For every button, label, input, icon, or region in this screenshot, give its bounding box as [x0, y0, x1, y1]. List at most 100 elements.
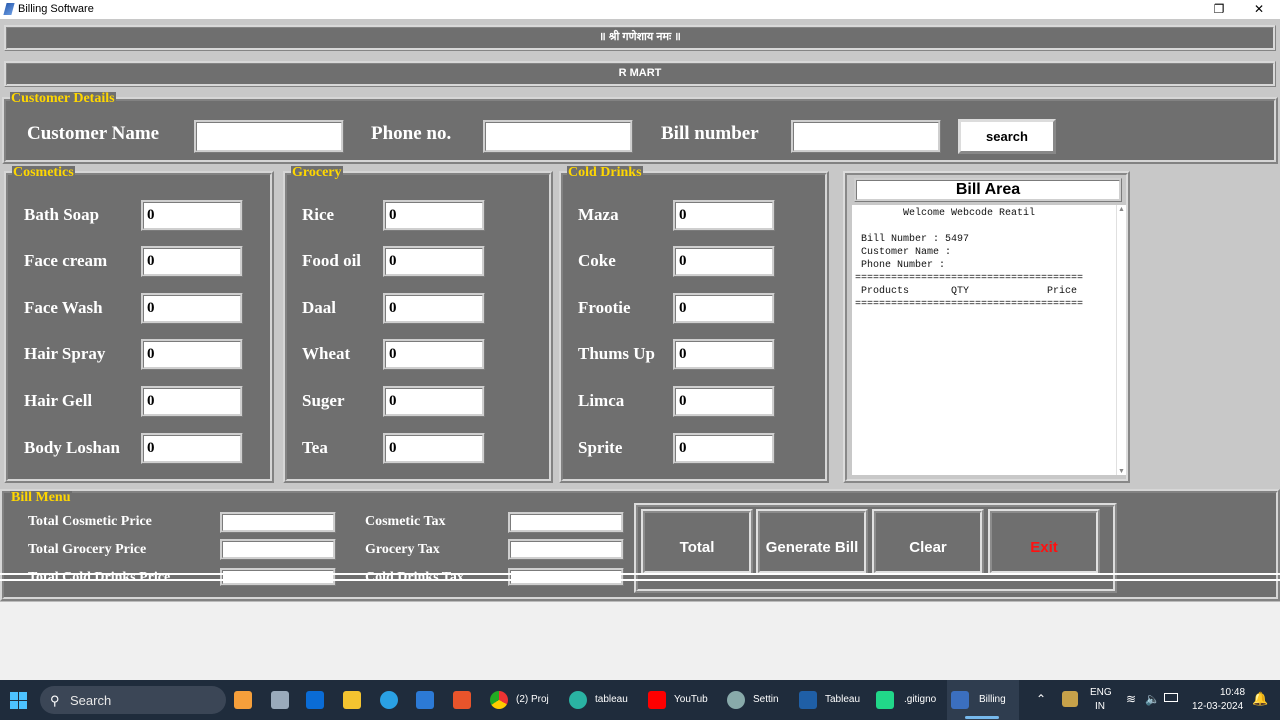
taskbar-label: Settin: [753, 694, 779, 705]
bill-textarea[interactable]: Welcome Webcode Reatil Bill Number : 549…: [852, 205, 1116, 475]
clock-time[interactable]: 10:48: [1220, 687, 1245, 698]
total-cosmetic-price-input[interactable]: [220, 512, 336, 533]
cold-drinks-frame: Cold Drinks Maza Coke Frootie Thums Up L…: [559, 166, 829, 483]
vscode-icon[interactable]: [416, 691, 434, 709]
tea-label: Tea: [302, 438, 328, 457]
total-grocery-price-input[interactable]: [220, 539, 336, 560]
sprite-qty-input[interactable]: [673, 433, 775, 464]
taskbar-label: (2) Proj: [516, 694, 549, 705]
taskbar-app-tableau[interactable]: Tableau: [797, 680, 869, 720]
taskbar-label: Tableau: [825, 694, 861, 705]
windows-logo-icon: [19, 701, 27, 709]
daal-label: Daal: [302, 298, 336, 317]
wheat-qty-input[interactable]: [383, 339, 485, 370]
tray-app-icon[interactable]: [1062, 691, 1078, 707]
phone-label: Phone no.: [371, 123, 452, 144]
copilot-icon[interactable]: [234, 691, 252, 709]
bill-number-label: Bill number: [661, 123, 759, 144]
frootie-label: Frootie: [578, 298, 631, 317]
start-button[interactable]: [6, 680, 32, 720]
face-cream-qty-input[interactable]: [141, 246, 243, 277]
hair-spray-label: Hair Spray: [24, 344, 106, 363]
store-icon[interactable]: [306, 691, 324, 709]
scroll-up-arrow-icon[interactable]: ▲: [1118, 205, 1125, 213]
scroll-down-arrow-icon[interactable]: ▼: [1118, 467, 1125, 475]
restore-button[interactable]: ❐: [1205, 1, 1233, 18]
task-view-icon[interactable]: [271, 691, 289, 709]
thums-up-qty-input[interactable]: [673, 339, 775, 370]
cosmetics-legend: Cosmetics: [12, 165, 75, 180]
thums-up-label: Thums Up: [578, 344, 656, 363]
suger-qty-input[interactable]: [383, 386, 485, 417]
active-indicator: [965, 716, 999, 719]
bath-soap-qty-input[interactable]: [141, 200, 243, 231]
grocery-frame: Grocery Rice Food oil Daal Wheat Suger T…: [283, 166, 553, 483]
daal-qty-input[interactable]: [383, 293, 485, 324]
coke-label: Coke: [578, 251, 616, 270]
clock-date[interactable]: 12-03-2024: [1192, 701, 1243, 712]
taskbar-app-billing-active[interactable]: Billing: [947, 680, 1019, 720]
body-loshan-qty-input[interactable]: [141, 433, 243, 464]
cold-drinks-tax-input[interactable]: [508, 568, 624, 586]
invocation-banner: ॥ श्री गणेशाय नमः ॥: [4, 25, 1276, 51]
wifi-icon[interactable]: ≋: [1126, 692, 1136, 706]
total-button[interactable]: Total: [641, 509, 753, 575]
grocery-legend: Grocery: [291, 165, 343, 180]
taskbar-app-pycharm[interactable]: .gitigno: [874, 680, 944, 720]
language-bottom[interactable]: IN: [1095, 701, 1105, 712]
bill-number-input[interactable]: [791, 120, 941, 153]
taskbar-search[interactable]: ⚲ Search: [40, 686, 226, 714]
battery-icon[interactable]: [1164, 693, 1178, 702]
cosmetic-tax-label: Cosmetic Tax: [365, 514, 446, 529]
hair-gell-qty-input[interactable]: [141, 386, 243, 417]
clear-button[interactable]: Clear: [872, 509, 984, 575]
notification-bell-icon[interactable]: 🔔: [1252, 691, 1268, 707]
food-oil-qty-input[interactable]: [383, 246, 485, 277]
volume-icon[interactable]: 🔈: [1145, 692, 1160, 706]
hair-spray-qty-input[interactable]: [141, 339, 243, 370]
maza-qty-input[interactable]: [673, 200, 775, 231]
language-top[interactable]: ENG: [1090, 687, 1112, 698]
phone-input[interactable]: [483, 120, 633, 153]
bill-area-frame: Bill Area Welcome Webcode Reatil Bill Nu…: [843, 171, 1130, 483]
customer-name-input[interactable]: [194, 120, 344, 153]
brave-icon[interactable]: [453, 691, 471, 709]
rice-qty-input[interactable]: [383, 200, 485, 231]
wheat-label: Wheat: [302, 344, 351, 363]
windows-taskbar: ⚲ Search (2) Proj tableau YouTub Settin …: [0, 680, 1280, 720]
search-placeholder: Search: [70, 693, 112, 708]
cosmetic-tax-input[interactable]: [508, 512, 624, 533]
limca-qty-input[interactable]: [673, 386, 775, 417]
face-wash-qty-input[interactable]: [141, 293, 243, 324]
grocery-tax-label: Grocery Tax: [365, 542, 440, 557]
chevron-up-icon[interactable]: ⌃: [1036, 692, 1046, 706]
bill-scrollbar[interactable]: ▲ ▼: [1116, 205, 1126, 475]
total-grocery-price-label: Total Grocery Price: [28, 542, 147, 557]
customer-name-label: Customer Name: [27, 123, 160, 144]
title-bar: Billing Software ❐ ✕: [0, 0, 1280, 19]
taskbar-app-youtube[interactable]: YouTub: [646, 680, 718, 720]
telegram-icon[interactable]: [380, 691, 398, 709]
pycharm-icon: [876, 691, 894, 709]
frootie-qty-input[interactable]: [673, 293, 775, 324]
face-cream-label: Face cream: [24, 251, 108, 270]
search-button[interactable]: search: [958, 119, 1056, 154]
window-title: Billing Software: [18, 3, 94, 15]
tea-qty-input[interactable]: [383, 433, 485, 464]
file-explorer-icon[interactable]: [343, 691, 361, 709]
search-icon: ⚲: [50, 693, 60, 708]
coke-qty-input[interactable]: [673, 246, 775, 277]
generate-bill-button[interactable]: Generate Bill: [756, 509, 868, 575]
chrome-icon: [490, 691, 508, 709]
total-cold-drinks-price-input[interactable]: [220, 568, 336, 586]
maza-label: Maza: [578, 205, 619, 224]
cold-drinks-legend: Cold Drinks: [567, 165, 643, 180]
exit-button[interactable]: Exit: [988, 509, 1100, 575]
windows-logo-icon: [10, 692, 18, 700]
grocery-tax-input[interactable]: [508, 539, 624, 560]
taskbar-app-settings[interactable]: Settin: [725, 680, 791, 720]
divider-line: [0, 579, 1280, 581]
close-button[interactable]: ✕: [1245, 1, 1273, 18]
taskbar-app-chrome[interactable]: (2) Proj: [488, 680, 560, 720]
taskbar-app-edge[interactable]: tableau: [567, 680, 639, 720]
